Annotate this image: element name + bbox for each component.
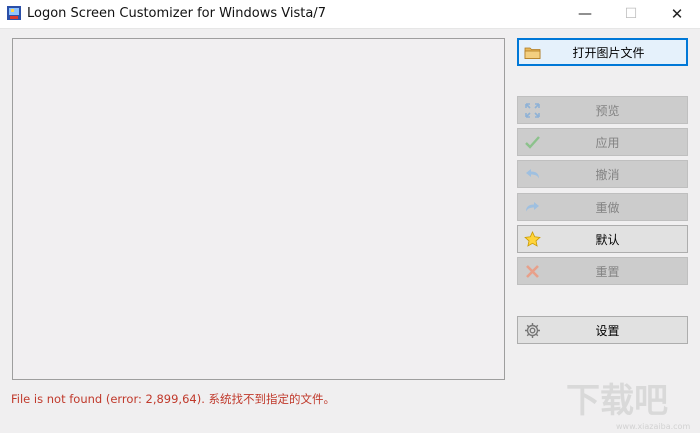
window-title: Logon Screen Customizer for Windows Vist…	[27, 6, 326, 21]
maximize-button[interactable]: ☐	[608, 0, 654, 28]
minimize-button[interactable]: —	[562, 0, 608, 28]
preview-button[interactable]: 预览	[517, 96, 688, 124]
default-label: 默认	[595, 232, 620, 247]
watermark-url: www.xiazaiba.com	[616, 422, 690, 431]
watermark-logo: 下载吧 www.xiazaiba.com	[566, 381, 690, 431]
image-preview-area	[12, 38, 505, 380]
open-image-button[interactable]: 打开图片文件	[517, 38, 688, 66]
settings-label: 设置	[595, 323, 620, 338]
redo-label: 重做	[595, 200, 620, 215]
redo-button[interactable]: 重做	[517, 193, 688, 221]
reset-label: 重置	[595, 264, 620, 279]
preview-label: 预览	[595, 103, 620, 118]
apply-button[interactable]: 应用	[517, 128, 688, 156]
default-button[interactable]: 默认	[517, 225, 688, 253]
apply-label: 应用	[595, 135, 620, 150]
app-icon	[7, 6, 21, 20]
undo-button[interactable]: 撤消	[517, 160, 688, 188]
settings-button[interactable]: 设置	[517, 316, 688, 344]
watermark-text: 下载吧	[566, 381, 668, 421]
title-bar: Logon Screen Customizer for Windows Vist…	[0, 0, 700, 29]
reset-button[interactable]: 重置	[517, 257, 688, 285]
status-message: File is not found (error: 2,899,64). 系统找…	[11, 392, 336, 406]
open-image-label: 打开图片文件	[572, 45, 645, 60]
close-button[interactable]: ✕	[654, 0, 700, 28]
undo-label: 撤消	[595, 167, 620, 182]
